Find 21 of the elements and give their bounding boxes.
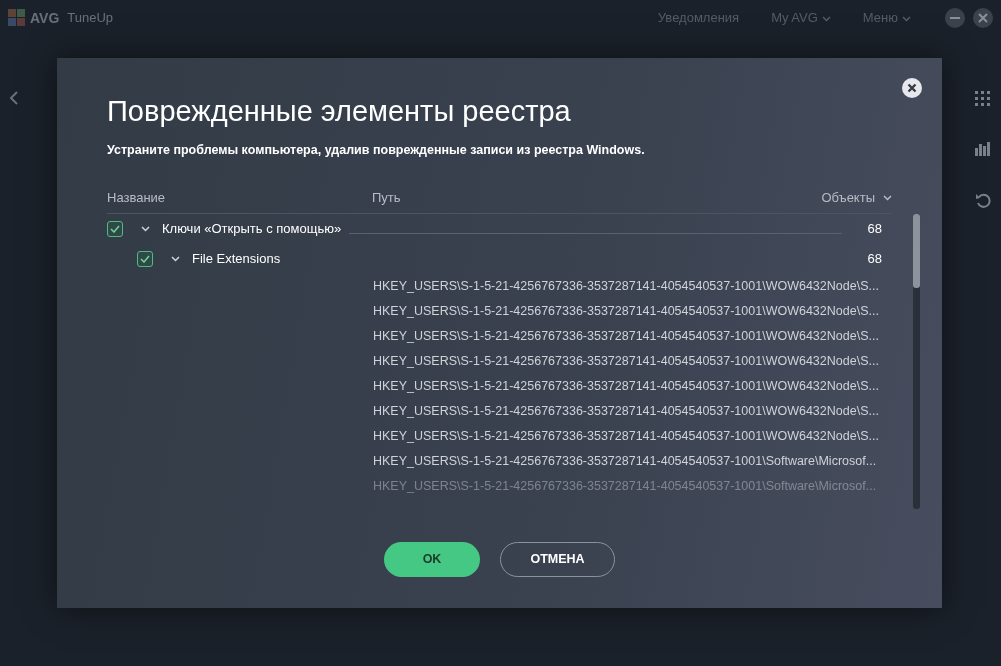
registry-path: HKEY_USERS\S-1-5-21-4256767336-3537287141-4054540537-1001\WOW6432Node\S... bbox=[372, 302, 880, 320]
registry-path: HKEY_USERS\S-1-5-21-4256767336-3537287141-4054540537-1001\WOW6432Node\S... bbox=[372, 402, 880, 420]
registry-path: HKEY_USERS\S-1-5-21-4256767336-3537287141-4054540537-1001\WOW6432Node\S... bbox=[372, 327, 880, 345]
registry-path: HKEY_USERS\S-1-5-21-4256767336-3537287141-4054540537-1001\WOW6432Node\S... bbox=[372, 277, 880, 295]
registry-path: HKEY_USERS\S-1-5-21-4256767336-3537287141-4054540537-1001\WOW6432Node\S... bbox=[372, 352, 880, 370]
group-name: File Extensions bbox=[192, 249, 281, 268]
column-header: Путь bbox=[372, 188, 401, 207]
app-title: TuneUp bbox=[67, 9, 114, 28]
registry-path: HKEY_USERS\S-1-5-21-4256767336-3537287141-4054540537-1001\Software\Microsof... bbox=[372, 452, 878, 470]
column-header: Название bbox=[107, 188, 167, 207]
item-count: 68 bbox=[866, 219, 883, 238]
registry-path: HKEY_USERS\S-1-5-21-4256767336-3537287141-4054540537-1001\WOW6432Node\S... bbox=[372, 427, 880, 445]
dialog-subtitle: Устраните проблемы компьютера, удалив поврежденные записи из реестра Windows. bbox=[107, 141, 646, 159]
registry-path: HKEY_USERS\S-1-5-21-4256767336-3537287141-4054540537-1001\Software\Microsof... bbox=[372, 477, 878, 495]
column-header[interactable]: Объекты bbox=[821, 187, 892, 208]
logo-text: AVG bbox=[30, 8, 60, 28]
item-count: 68 bbox=[866, 249, 883, 268]
group-name: Ключи «Открыть с помощью» bbox=[162, 219, 342, 238]
registry-path: HKEY_USERS\S-1-5-21-4256767336-3537287141-4054540537-1001\WOW6432Node\S... bbox=[372, 377, 880, 395]
dialog-title: Поврежденные элементы реестра bbox=[107, 94, 572, 129]
ok-button[interactable]: OK bbox=[384, 541, 480, 577]
